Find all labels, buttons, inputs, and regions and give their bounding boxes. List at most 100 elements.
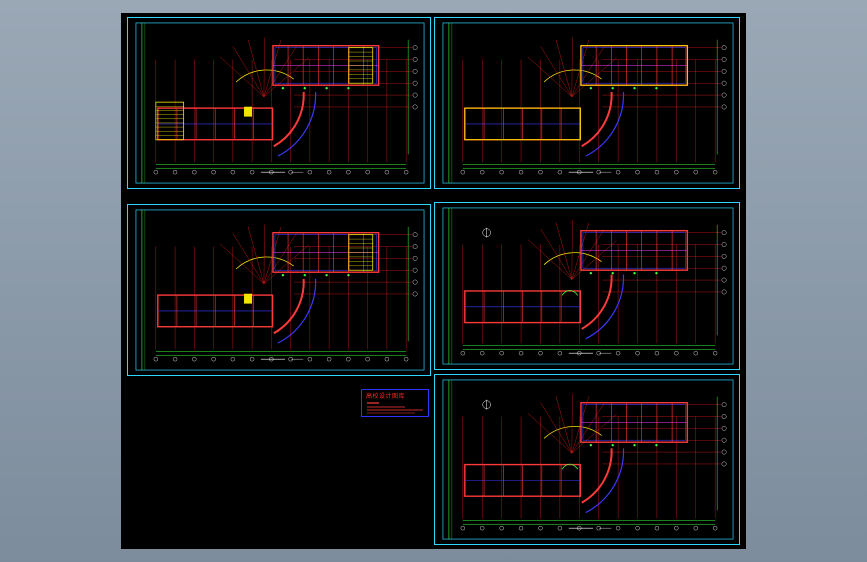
axis-bubble [346, 357, 351, 362]
stair-block [244, 106, 252, 117]
axis-bubble [460, 170, 466, 175]
axis-bubble [721, 68, 727, 74]
door-mark [303, 273, 306, 277]
axis-bubble [635, 170, 640, 175]
axis-bubble [307, 357, 313, 362]
axis-bubble [403, 357, 409, 362]
door-mark [347, 86, 350, 90]
radial-axis [555, 396, 572, 454]
sheet-5[interactable] [434, 374, 740, 545]
axis-bubble [518, 170, 524, 175]
inner-frame [135, 209, 425, 371]
axis-bubble [384, 357, 390, 362]
sheet-1[interactable] [127, 17, 431, 189]
axis-bubble [460, 526, 466, 531]
axis-bubble [721, 104, 727, 110]
floor-plan-5 [442, 379, 734, 540]
axis-bubble [412, 279, 418, 285]
radial-axis [571, 393, 573, 454]
axis-bubble [721, 425, 727, 431]
axis-bubble [693, 526, 698, 531]
axis-bubble [615, 170, 621, 175]
axis-bubble [518, 351, 524, 356]
axis-bubble [654, 351, 660, 356]
curved-roof [235, 69, 294, 83]
axis-bubble [326, 357, 332, 362]
axis-bubble [211, 170, 216, 175]
axis-bubble [538, 526, 543, 531]
axis-bubble [499, 526, 504, 531]
radial-axis [263, 224, 265, 284]
axis-bubble [365, 170, 370, 175]
axis-bubble [693, 170, 698, 175]
door-mark [589, 271, 593, 275]
axis-bubble [192, 170, 197, 175]
door-mark [347, 273, 350, 277]
radial-axis [527, 239, 572, 280]
axis-bubble [721, 230, 727, 236]
radial-axis [263, 57, 309, 97]
door-mark [633, 443, 636, 447]
radial-axis [263, 244, 309, 284]
radial-axis [555, 222, 572, 280]
door-mark [655, 86, 658, 90]
axis-bubble [412, 267, 418, 273]
radial-axis [540, 46, 572, 97]
axis-bubble [538, 351, 543, 356]
radial-axis [263, 37, 265, 97]
axis-bubble [192, 357, 197, 362]
axis-bubble [412, 232, 418, 238]
curved-wall [273, 91, 305, 148]
axis-bubble [721, 57, 727, 62]
axis-bubble [412, 104, 418, 110]
curved-wall [581, 448, 613, 504]
axis-bubble [721, 253, 727, 259]
sheet-3[interactable] [127, 204, 431, 376]
legend-fine-print [367, 402, 423, 414]
curved-wall [581, 91, 613, 148]
radial-axis [555, 39, 572, 97]
axis-bubble [412, 57, 418, 62]
axis-bubble [153, 357, 159, 362]
radial-axis [219, 56, 265, 97]
axis-bubble [654, 526, 660, 531]
cad-drawing-canvas[interactable]: 高校设计图库 [121, 13, 746, 549]
sheet-2[interactable] [434, 17, 740, 189]
door-mark [655, 271, 658, 275]
axis-bubble [721, 92, 727, 98]
sheet-4[interactable] [434, 202, 740, 370]
axis-bubble [499, 170, 504, 175]
axis-bubble [674, 526, 679, 531]
curved-roof [543, 69, 602, 83]
axis-bubble [712, 170, 718, 175]
radial-axis [571, 403, 605, 454]
radial-axis [527, 56, 572, 97]
axis-bubble [654, 170, 660, 175]
axis-bubble [307, 170, 313, 175]
axis-bubble [557, 351, 563, 356]
curved-roof [235, 256, 294, 270]
floor-plan-4 [442, 207, 734, 365]
floor-plan-2 [442, 22, 734, 184]
axis-bubble [480, 526, 485, 531]
axis-bubble [172, 170, 178, 175]
axis-bubble [403, 170, 409, 175]
axis-bubble [674, 170, 679, 175]
axis-bubble [721, 80, 727, 86]
radial-axis [247, 39, 265, 97]
radial-axis [527, 413, 572, 454]
axis-bubble [365, 357, 370, 362]
axis-bubble [230, 170, 236, 175]
door-mark [303, 86, 306, 90]
curved-roof [543, 426, 602, 439]
axis-bubble [412, 45, 418, 51]
radial-axis [232, 46, 265, 97]
curved-wall [581, 274, 613, 330]
radial-axis [571, 220, 573, 280]
door-mark [281, 273, 285, 277]
door-mark [281, 86, 285, 90]
axis-bubble [674, 351, 679, 356]
axis-bubble [172, 357, 178, 362]
axis-bubble [412, 244, 418, 249]
axis-bubble [460, 351, 466, 356]
